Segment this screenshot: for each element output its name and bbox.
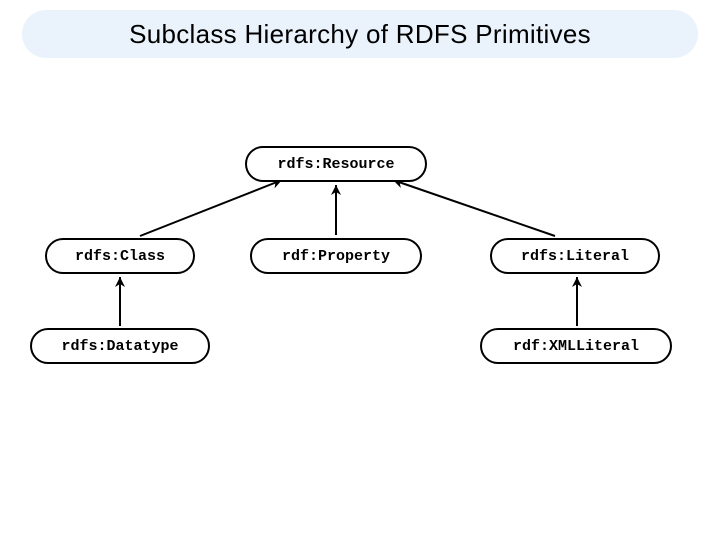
slide-title: Subclass Hierarchy of RDFS Primitives [129,19,591,50]
node-label: rdf:Property [282,248,390,265]
node-resource: rdfs:Resource [245,146,427,182]
edge-class-resource [140,180,282,236]
node-class: rdfs:Class [45,238,195,274]
node-property: rdf:Property [250,238,422,274]
slide-title-bar: Subclass Hierarchy of RDFS Primitives [22,10,698,58]
edge-literal-resource [393,180,555,236]
node-label: rdfs:Class [75,248,165,265]
node-label: rdfs:Literal [521,248,629,265]
hierarchy-diagram: rdfs:Resource rdfs:Class rdf:Property rd… [0,0,720,540]
node-label: rdf:XMLLiteral [513,338,639,355]
node-datatype: rdfs:Datatype [30,328,210,364]
node-xmlliteral: rdf:XMLLiteral [480,328,672,364]
node-literal: rdfs:Literal [490,238,660,274]
node-label: rdfs:Resource [277,156,394,173]
edges-layer [0,0,720,540]
node-label: rdfs:Datatype [61,338,178,355]
